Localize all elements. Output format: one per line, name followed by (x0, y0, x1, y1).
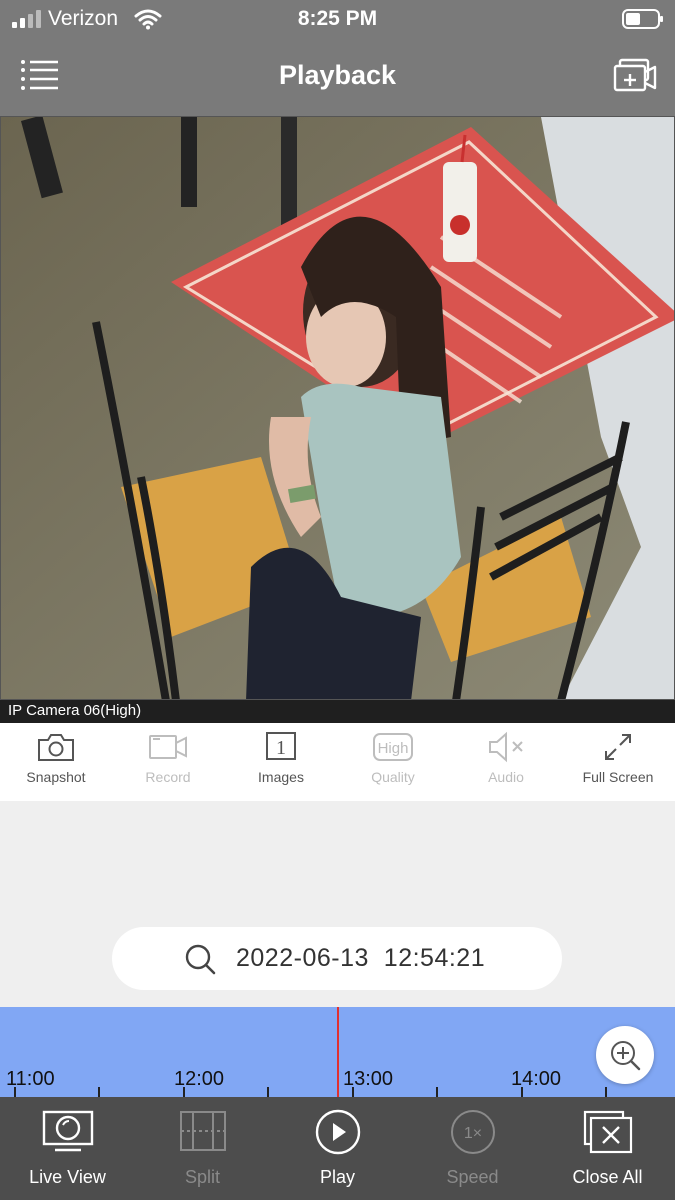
timeline-tick (267, 1087, 269, 1097)
images-icon: 1 (266, 732, 296, 760)
audio-muted-icon (489, 731, 523, 763)
timeline-playhead[interactable] (337, 1007, 339, 1097)
play-button[interactable]: Play (270, 1097, 405, 1200)
play-label: Play (319, 1167, 355, 1187)
video-record-icon (149, 735, 187, 759)
live-view-label: Live View (29, 1167, 106, 1187)
snapshot-label: Snapshot (26, 769, 86, 785)
snapshot-button[interactable]: Snapshot (0, 723, 112, 801)
app-root: Verizon 8:25 PM Playback IP Camera 06(Hi… (0, 0, 675, 1200)
timeline-tick (521, 1087, 523, 1097)
images-badge: 1 (276, 737, 286, 759)
status-bar: Verizon 8:25 PM (0, 0, 675, 38)
close-all-button[interactable]: Close All (540, 1097, 675, 1200)
top-bar: Verizon 8:25 PM Playback (0, 0, 675, 116)
video-frame-image (1, 117, 674, 699)
datetime-value: 2022-06-13 12:54:21 (236, 944, 485, 973)
audio-button[interactable]: Audio (450, 723, 562, 801)
status-time: 8:25 PM (297, 7, 378, 30)
live-view-button[interactable]: Live View (0, 1097, 135, 1200)
speed-button[interactable]: 1× Speed (405, 1097, 540, 1200)
record-button[interactable]: Record (112, 723, 224, 801)
close-all-label: Close All (572, 1167, 643, 1187)
battery-icon (622, 9, 663, 29)
speed-label: Speed (446, 1167, 499, 1187)
fullscreen-button[interactable]: Full Screen (562, 723, 674, 801)
images-button[interactable]: 1 Images (225, 723, 337, 801)
quality-badge: High (378, 740, 409, 757)
fullscreen-icon (605, 734, 631, 760)
speed-badge: 1× (464, 1125, 482, 1142)
timeline-label: 14:00 (511, 1068, 562, 1090)
split-icon (180, 1111, 226, 1151)
close-all-icon (583, 1110, 633, 1154)
playback-timeline[interactable]: 11:00 12:00 13:00 14:00 (0, 1007, 675, 1097)
bottom-toolbar: Live View Split Play 1× Speed Close All (0, 1097, 675, 1200)
camera-icon (38, 734, 74, 761)
live-view-icon (42, 1110, 94, 1152)
video-feed[interactable] (0, 116, 675, 700)
play-icon (315, 1109, 361, 1155)
datetime-search-button[interactable]: 2022-06-13 12:54:21 (112, 927, 562, 990)
quality-button[interactable]: High Quality (337, 723, 449, 801)
images-label: Images (258, 769, 304, 785)
quality-icon: High (373, 733, 413, 761)
search-date: 2022-06-13 (236, 944, 369, 972)
search-icon (185, 944, 216, 975)
timeline-label: 13:00 (343, 1068, 394, 1090)
timeline-tick (14, 1087, 16, 1097)
video-toolbar: Snapshot Record 1 Images High Quality Au… (0, 723, 675, 801)
add-camera-icon[interactable] (612, 58, 658, 94)
page-title: Playback (278, 60, 397, 90)
zoom-in-button[interactable] (596, 1026, 654, 1084)
camera-label: IP Camera 06(High) (0, 700, 675, 723)
fullscreen-label: Full Screen (582, 769, 654, 785)
timeline-tick (605, 1087, 607, 1097)
timeline-tick (352, 1087, 354, 1097)
timeline-label: 12:00 (174, 1068, 225, 1090)
record-label: Record (145, 769, 191, 785)
timeline-tick (183, 1087, 185, 1097)
speed-icon: 1× (451, 1110, 495, 1154)
timeline-tick (98, 1087, 100, 1097)
timeline-tick (436, 1087, 438, 1097)
split-label: Split (184, 1167, 220, 1187)
audio-label: Audio (488, 769, 524, 785)
quality-label: Quality (371, 769, 415, 785)
search-time: 12:54:21 (383, 944, 486, 972)
split-button[interactable]: Split (135, 1097, 270, 1200)
zoom-in-icon (611, 1041, 641, 1071)
